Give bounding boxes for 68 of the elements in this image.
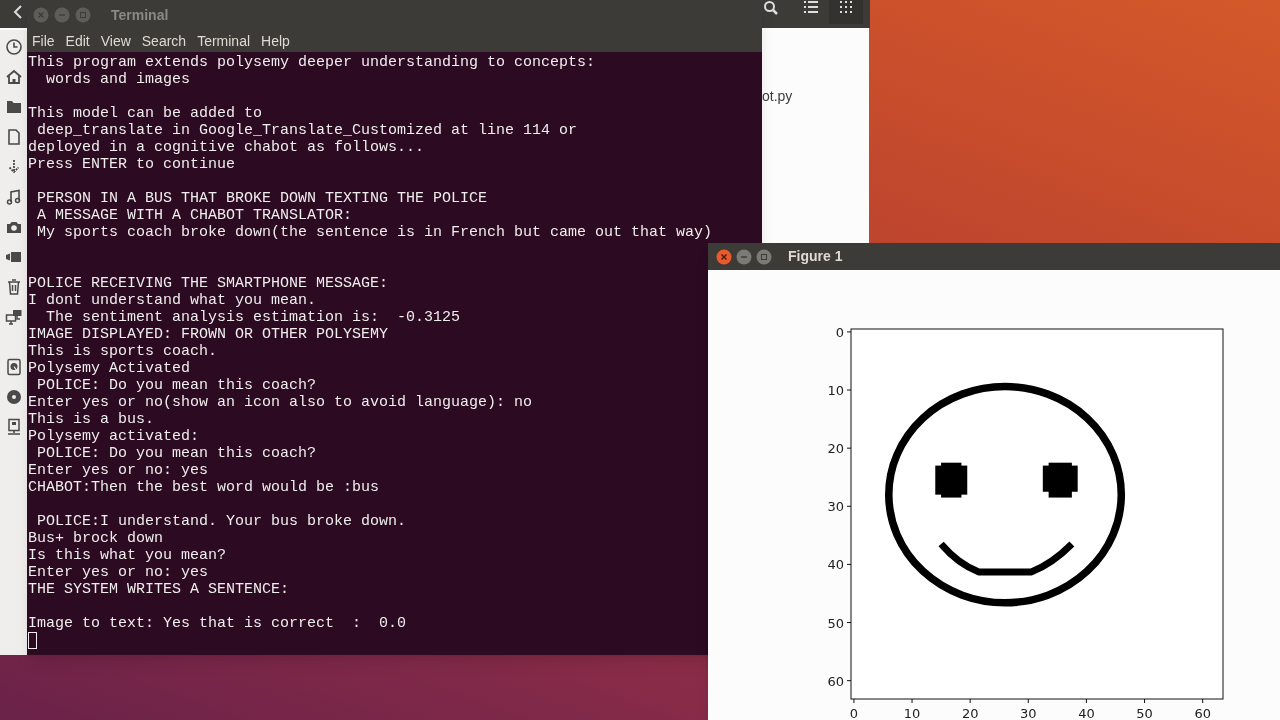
terminal-line: This is a bus. bbox=[28, 411, 155, 428]
trash-icon[interactable] bbox=[5, 278, 23, 296]
y-tick-label: 60 bbox=[827, 673, 844, 689]
terminal-line: Enter yes or no(show an icon also to avoid language): no bbox=[28, 394, 533, 411]
terminal-line: Bus+ brock down bbox=[28, 530, 164, 547]
terminal-line: Polysemy activated: bbox=[28, 428, 200, 445]
terminal-line: Is this what you mean? bbox=[28, 547, 227, 564]
list-view-icon[interactable] bbox=[804, 1, 818, 13]
terminal-line: deep_translate in Google_Translate_Customized at line 114 or bbox=[36, 122, 578, 139]
terminal-line: This program extends polysemy deeper understanding to concepts: bbox=[28, 54, 596, 71]
search-icon[interactable] bbox=[763, 0, 779, 16]
terminal-line: CHABOT:Then the best word would be :bus bbox=[28, 479, 380, 496]
music-icon[interactable] bbox=[5, 188, 23, 206]
minimize-button[interactable] bbox=[736, 248, 752, 265]
window-title: Figure 1 bbox=[788, 247, 843, 266]
terminal-line: POLICE: Do you mean this coach? bbox=[36, 445, 317, 462]
terminal-line: This is sports coach. bbox=[28, 343, 218, 360]
y-tick-label: 20 bbox=[827, 441, 844, 457]
terminal-line: PERSON IN A BUS THAT BROKE DOWN TEXTING THE POLICE bbox=[36, 190, 488, 207]
x-tick-label: 0 bbox=[849, 706, 859, 720]
terminal-line: POLICE RECEIVING THE SMARTPHONE MESSAGE: bbox=[28, 274, 389, 292]
x-tick-label: 50 bbox=[1136, 706, 1153, 720]
y-tick-label: 30 bbox=[827, 499, 844, 515]
terminal-line: IMAGE DISPLAYED: FROWN OR OTHER POLYSEMY bbox=[28, 326, 389, 343]
terminal-line: A MESSAGE WITH A CHABOT TRANSLATOR: bbox=[36, 207, 353, 224]
y-tick-label: 40 bbox=[827, 557, 844, 573]
drive-icon[interactable] bbox=[5, 358, 23, 376]
file-name[interactable]: ot.py bbox=[762, 86, 793, 107]
disc-icon[interactable] bbox=[5, 388, 23, 406]
close-button[interactable] bbox=[716, 248, 732, 265]
x-tick-label: 30 bbox=[1020, 706, 1037, 720]
x-tick-label: 60 bbox=[1194, 706, 1211, 720]
grid-view-icon bbox=[840, 1, 852, 13]
terminal-line: deployed in a cognitive chabot as follows... bbox=[28, 139, 425, 156]
document-icon[interactable] bbox=[5, 128, 23, 146]
terminal-line: I dont understand what you mean. bbox=[28, 292, 317, 309]
x-tick-label: 20 bbox=[961, 706, 979, 720]
x-tick-label: 40 bbox=[1078, 706, 1095, 720]
y-tick-label: 10 bbox=[827, 383, 844, 399]
y-tick-label: 50 bbox=[827, 615, 844, 631]
terminal-line: Enter yes or no: yes bbox=[28, 462, 209, 479]
menu-item[interactable]: Search bbox=[141, 30, 187, 52]
terminal-line: POLICE: Do you mean this coach? bbox=[36, 377, 317, 394]
terminal-line: Polysemy Activated bbox=[28, 360, 191, 377]
menu-item[interactable]: File bbox=[32, 30, 55, 52]
menu-item[interactable]: Terminal bbox=[197, 30, 251, 52]
terminal-line: Enter yes or no: yes bbox=[28, 564, 209, 581]
menu-item[interactable]: Help bbox=[261, 30, 290, 52]
x-tick-label: 10 bbox=[903, 706, 921, 720]
home-icon[interactable] bbox=[5, 68, 23, 86]
terminal-line: Image to text: Yes that is correct : 0.0 bbox=[28, 615, 407, 632]
maximize-button[interactable] bbox=[756, 248, 772, 265]
terminal-line: Press ENTER to continue bbox=[28, 156, 236, 173]
grid-view-button[interactable] bbox=[829, 0, 863, 24]
terminal-line: My sports coach broke down(the sentence is in French but came out that way) bbox=[36, 224, 713, 241]
menu-item[interactable]: Edit bbox=[65, 30, 90, 52]
terminal-line: This model can be added to bbox=[28, 105, 263, 122]
terminal-line: POLICE:I understand. Your bus broke down. bbox=[36, 513, 407, 530]
terminal-line: words and images bbox=[45, 71, 191, 88]
clock-icon[interactable] bbox=[5, 38, 23, 56]
terminal-line: The sentiment analysis estimation is: -0.3125 bbox=[45, 309, 461, 326]
computer-icon[interactable] bbox=[5, 418, 23, 436]
network-icon[interactable] bbox=[5, 308, 23, 326]
window-title: Terminal bbox=[111, 5, 169, 25]
menu-item[interactable]: View bbox=[100, 30, 131, 52]
y-tick-label: 0 bbox=[835, 324, 844, 340]
terminal-line: THE SYSTEM WRITES A SENTENCE: bbox=[28, 581, 290, 598]
back-icon[interactable] bbox=[12, 4, 24, 20]
